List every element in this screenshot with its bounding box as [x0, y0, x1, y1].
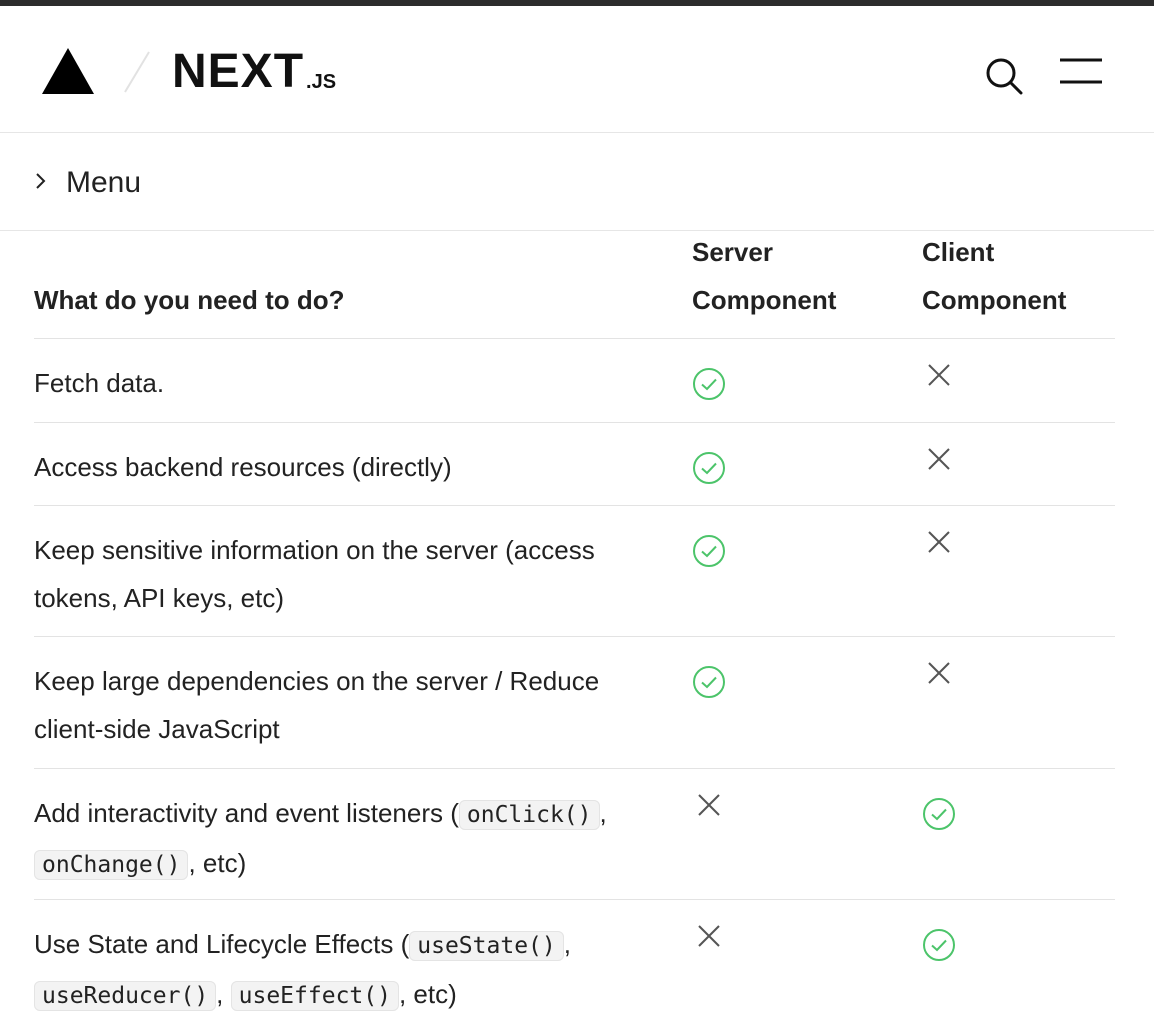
- check-circle-icon: [922, 928, 956, 962]
- code-snippet: onChange(): [34, 850, 189, 880]
- header-server-component: Server Component: [692, 228, 892, 324]
- code-snippet: onClick(): [458, 800, 600, 830]
- code-snippet: useEffect(): [230, 981, 399, 1011]
- comparison-table: What do you need to do? Server Component…: [34, 232, 1115, 1030]
- code-snippet: useState(): [409, 931, 564, 961]
- cross-icon: [922, 528, 956, 562]
- cross-icon: [922, 361, 956, 395]
- cross-icon: [692, 791, 726, 825]
- search-icon[interactable]: [982, 54, 1026, 98]
- row-task: Keep large dependencies on the server / …: [34, 657, 654, 753]
- cross-icon: [692, 922, 726, 956]
- chevron-right-icon: [36, 173, 46, 189]
- site-header: NEXT .JS: [0, 6, 1154, 133]
- row-task: Fetch data.: [34, 368, 165, 398]
- menu-label: Menu: [66, 166, 142, 199]
- header-client-component: Client Component: [922, 228, 1122, 324]
- row-task-line2: client-side JavaScript: [34, 714, 280, 744]
- vercel-triangle-icon[interactable]: [42, 48, 94, 94]
- row-task-text: Use State and Lifecycle Effects (: [34, 929, 410, 959]
- code-snippet: useReducer(): [34, 981, 217, 1011]
- check-circle-icon: [922, 797, 956, 831]
- row-task: Keep sensitive information on the server…: [34, 535, 595, 613]
- table-row: Fetch data.: [34, 339, 1115, 423]
- row-task-separator: ,: [599, 798, 607, 828]
- row-task-separator: ,: [563, 929, 571, 959]
- row-task: Add interactivity and event listeners (o…: [34, 789, 654, 889]
- table-row: Access backend resources (directly): [34, 423, 1115, 506]
- header-client-line1: Client: [922, 237, 995, 267]
- slash-divider-icon: [124, 51, 150, 93]
- logo-wordmark-suffix: .JS: [306, 71, 337, 93]
- header-client-line2: Component: [922, 285, 1067, 315]
- docs-menu-toggle[interactable]: Menu: [0, 133, 1154, 231]
- check-circle-icon: [692, 534, 726, 568]
- hamburger-icon[interactable]: [1056, 56, 1106, 96]
- check-circle-icon: [692, 367, 726, 401]
- table-row: Add interactivity and event listeners (o…: [34, 769, 1115, 900]
- row-task: Use State and Lifecycle Effects (useStat…: [34, 920, 654, 1020]
- table-row: Use State and Lifecycle Effects (useStat…: [34, 900, 1115, 1030]
- table-row: Keep sensitive information on the server…: [34, 506, 1115, 637]
- table-header-row: What do you need to do? Server Component…: [34, 232, 1115, 339]
- check-circle-icon: [692, 451, 726, 485]
- row-task: Access backend resources (directly): [34, 452, 452, 482]
- header-server-line1: Server: [692, 237, 773, 267]
- header-task: What do you need to do?: [34, 285, 345, 315]
- table-row: Keep large dependencies on the server / …: [34, 637, 1115, 769]
- nextjs-logo[interactable]: NEXT .JS: [172, 45, 337, 98]
- row-task-line1: Keep large dependencies on the server / …: [34, 666, 600, 696]
- header-server-line2: Component: [692, 285, 837, 315]
- logo-wordmark: NEXT: [172, 45, 305, 98]
- cross-icon: [922, 445, 956, 479]
- check-circle-icon: [692, 665, 726, 699]
- row-task-text: Add interactivity and event listeners (: [34, 798, 459, 828]
- row-task-suffix: , etc): [188, 848, 247, 878]
- cross-icon: [922, 659, 956, 693]
